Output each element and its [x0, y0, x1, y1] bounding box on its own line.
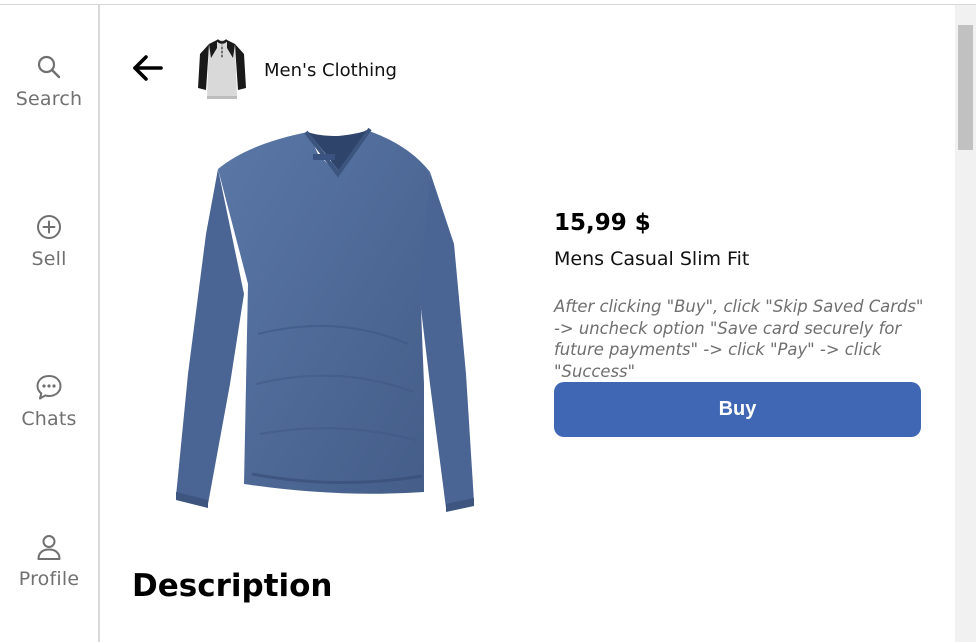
buy-button[interactable]: Buy	[554, 382, 921, 437]
plus-circle-icon	[37, 215, 61, 239]
search-icon	[37, 55, 61, 79]
sidebar-item-profile[interactable]: Profile	[0, 532, 98, 590]
vertical-scrollbar[interactable]	[955, 5, 976, 642]
sidebar-item-label: Sell	[31, 248, 67, 270]
person-icon	[37, 535, 61, 560]
checkout-instructions: After clicking "Buy", click "Skip Saved …	[554, 297, 924, 381]
product-image	[176, 127, 474, 512]
arrow-left-icon[interactable]	[128, 48, 168, 88]
product-name: Mens Casual Slim Fit	[554, 248, 750, 270]
description-heading: Description	[132, 568, 333, 604]
sidebar-item-sell[interactable]: Sell	[0, 212, 98, 270]
sidebar-nav: Search Sell Chats Profile	[0, 5, 98, 642]
sidebar-item-label: Chats	[21, 408, 77, 430]
scrollbar-thumb[interactable]	[958, 25, 973, 150]
sidebar-item-label: Search	[15, 88, 83, 110]
category-thumbnail	[198, 39, 246, 99]
category-title: Men's Clothing	[264, 60, 397, 81]
sidebar-item-label: Profile	[18, 568, 80, 590]
top-border	[0, 4, 976, 5]
sidebar-item-chats[interactable]: Chats	[0, 372, 98, 430]
product-price: 15,99 $	[554, 210, 651, 236]
sidebar-item-search[interactable]: Search	[0, 52, 98, 110]
chat-bubble-icon	[36, 375, 62, 400]
sidebar-divider	[98, 5, 100, 642]
